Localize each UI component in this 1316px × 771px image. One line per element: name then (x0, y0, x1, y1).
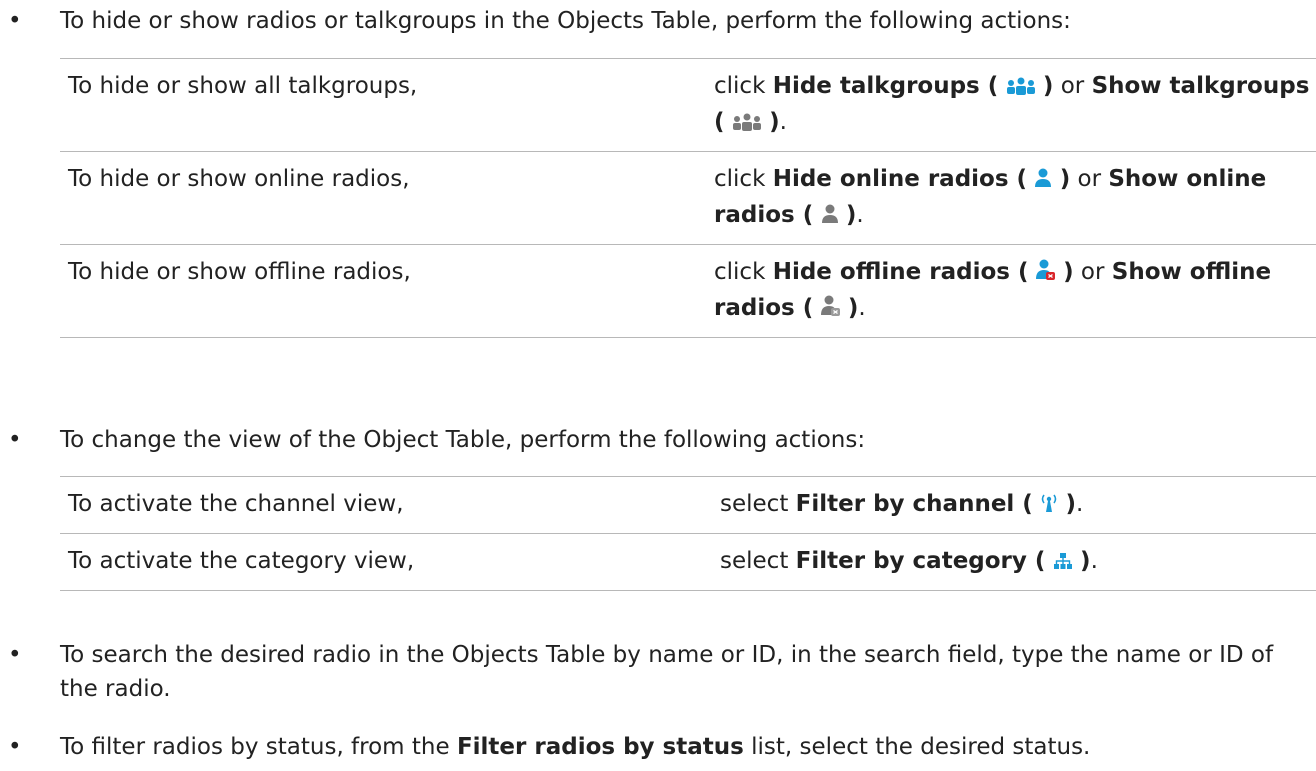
table-cell-action: click Hide offline radios ( ) or Show of… (706, 244, 1316, 338)
talkgroups-inactive-icon (732, 107, 762, 141)
category-hierarchy-icon (1053, 546, 1073, 580)
online-radio-active-icon (1034, 164, 1052, 198)
table-cell-condition: To hide or show online radios, (60, 151, 706, 245)
table-row: To hide or show offline radios, click Hi… (60, 244, 1316, 338)
offline-radio-inactive-icon (820, 293, 841, 327)
table-cell-condition: To activate the category view, (60, 533, 712, 591)
table-cell-action: click Hide online radios ( ) or Show onl… (706, 151, 1316, 245)
bullet-dot: • (8, 734, 22, 760)
table-cell-action: select Filter by channel ( ). (712, 476, 1316, 534)
table-cell-condition: To hide or show offline radios, (60, 244, 706, 338)
bullet-dot: • (8, 642, 22, 668)
table-row: To activate the category view, select Fi… (60, 533, 1316, 591)
table-row: To activate the channel view, select Fil… (60, 476, 1316, 534)
channel-antenna-icon (1040, 489, 1058, 523)
online-radio-inactive-icon (821, 200, 839, 234)
view-table: To activate the channel view, select Fil… (60, 476, 1316, 591)
talkgroups-active-icon (1006, 71, 1036, 105)
table-cell-condition: To hide or show all talkgroups, (60, 58, 706, 152)
table-cell-condition: To activate the channel view, (60, 476, 712, 534)
bullet-text: To change the view of the Object Table, … (60, 427, 866, 453)
bullet-dot: • (8, 8, 22, 34)
bullet-text: To filter radios by status, from the Fil… (60, 734, 1091, 760)
table-row: To hide or show online radios, click Hid… (60, 151, 1316, 245)
table-cell-action: click Hide talkgroups ( ) or Show talkgr… (706, 58, 1316, 152)
table-row: To hide or show all talkgroups, click Hi… (60, 58, 1316, 152)
bullet-text: To search the desired radio in the Objec… (60, 642, 1274, 702)
hide-show-table: To hide or show all talkgroups, click Hi… (60, 58, 1316, 338)
table-cell-action: select Filter by category ( ). (712, 533, 1316, 591)
bullet-dot: • (8, 427, 22, 453)
bullet-text: To hide or show radios or talkgroups in … (60, 8, 1071, 34)
offline-radio-active-icon (1035, 257, 1056, 291)
